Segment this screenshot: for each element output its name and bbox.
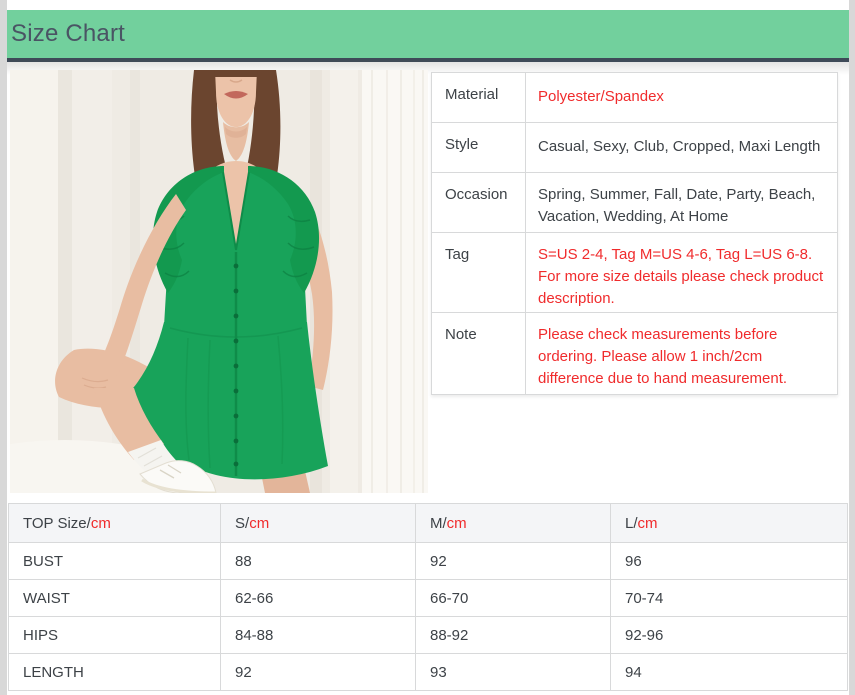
size-cell: 92-96 [611, 617, 848, 654]
size-header-unit: cm [249, 515, 269, 532]
size-cell: 94 [611, 654, 848, 691]
size-cell: 92 [221, 654, 416, 691]
size-cell: 96 [611, 543, 848, 580]
details-row-label: Tag [432, 233, 526, 312]
content-sheet: Size Chart [7, 0, 849, 695]
table-row: Style Casual, Sexy, Club, Cropped, Maxi … [432, 123, 837, 173]
details-row-value: Please check measurements before orderin… [526, 313, 837, 394]
product-photo-illustration [10, 70, 428, 493]
table-row: WAIST 62-66 66-70 70-74 [9, 580, 848, 617]
size-header-row: TOP Size/cm S/cm M/cm L/cm [9, 504, 848, 543]
details-row-value: Casual, Sexy, Club, Cropped, Maxi Length [526, 123, 837, 172]
table-row: Occasion Spring, Summer, Fall, Date, Par… [432, 173, 837, 233]
details-row-label: Style [432, 123, 526, 172]
details-row-value: S=US 2-4, Tag M=US 4-6, Tag L=US 6-8. Fo… [526, 233, 837, 312]
size-cell: 88-92 [416, 617, 611, 654]
size-col-header: TOP Size/cm [9, 504, 221, 543]
size-header-label: TOP Size/ [23, 515, 91, 532]
size-row-label: BUST [9, 543, 221, 580]
size-col-header: S/cm [221, 504, 416, 543]
size-header-unit: cm [91, 515, 111, 532]
details-row-value: Spring, Summer, Fall, Date, Party, Beach… [526, 173, 837, 232]
page-title: Size Chart [7, 20, 125, 48]
details-row-label: Note [432, 313, 526, 394]
size-cell: 62-66 [221, 580, 416, 617]
size-header-unit: cm [638, 515, 658, 532]
size-chart-table: TOP Size/cm S/cm M/cm L/cm BUST 88 92 96… [8, 503, 848, 691]
product-details-table: Material Polyester/Spandex Style Casual,… [431, 72, 838, 395]
page: Size Chart [0, 0, 855, 695]
size-row-label: WAIST [9, 580, 221, 617]
table-row: Note Please check measurements before or… [432, 313, 837, 394]
size-header-unit: cm [447, 515, 467, 532]
details-row-label: Material [432, 73, 526, 122]
table-row: Material Polyester/Spandex [432, 73, 837, 123]
details-row-label: Occasion [432, 173, 526, 232]
details-row-value: Polyester/Spandex [526, 73, 837, 122]
size-row-label: HIPS [9, 617, 221, 654]
size-cell: 92 [416, 543, 611, 580]
size-cell: 84-88 [221, 617, 416, 654]
size-cell: 70-74 [611, 580, 848, 617]
section-header: Size Chart [7, 10, 849, 62]
table-row: Tag S=US 2-4, Tag M=US 4-6, Tag L=US 6-8… [432, 233, 837, 313]
size-cell: 88 [221, 543, 416, 580]
size-header-label: S/ [235, 515, 249, 532]
size-header-label: M/ [430, 515, 447, 532]
product-photo [10, 70, 428, 493]
table-row: HIPS 84-88 88-92 92-96 [9, 617, 848, 654]
size-cell: 66-70 [416, 580, 611, 617]
size-col-header: L/cm [611, 504, 848, 543]
size-cell: 93 [416, 654, 611, 691]
size-col-header: M/cm [416, 504, 611, 543]
table-row: LENGTH 92 93 94 [9, 654, 848, 691]
table-row: BUST 88 92 96 [9, 543, 848, 580]
size-header-label: L/ [625, 515, 638, 532]
size-row-label: LENGTH [9, 654, 221, 691]
